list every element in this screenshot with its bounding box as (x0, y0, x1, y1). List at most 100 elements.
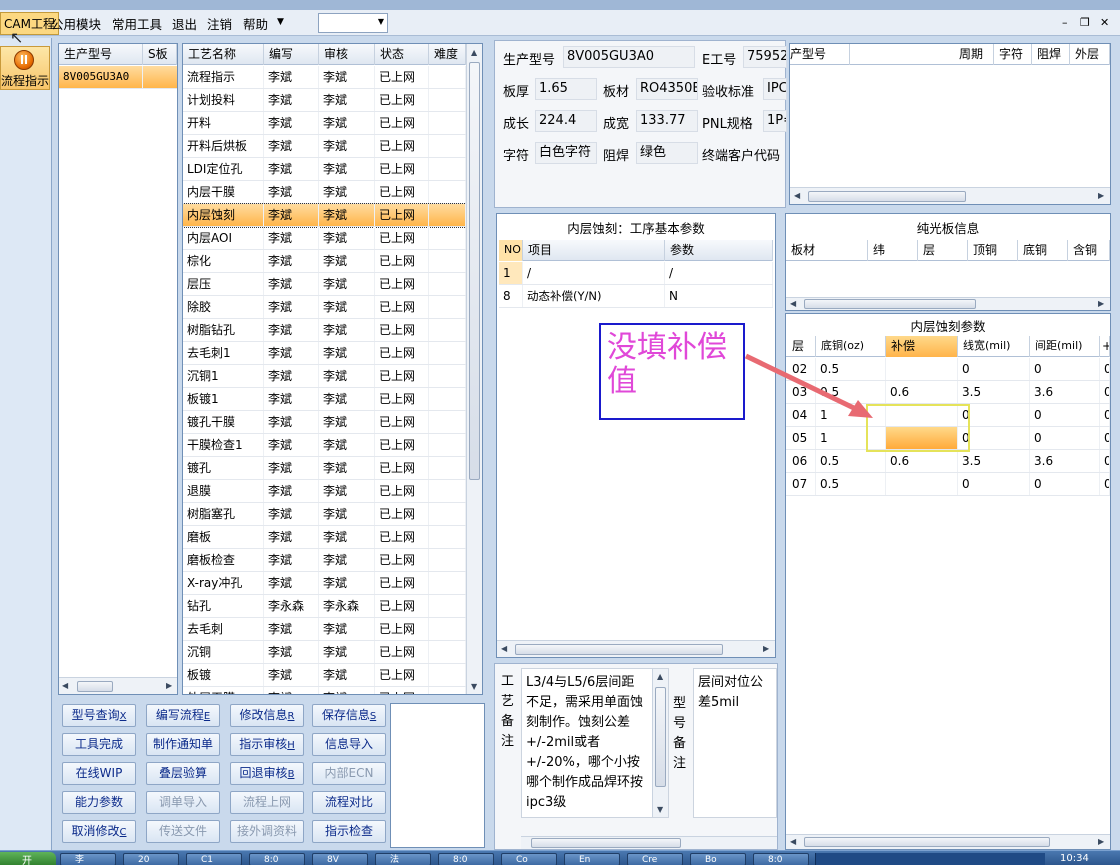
table-row[interactable]: 1 / / (499, 262, 773, 285)
taskbar-item[interactable]: 8:0 (753, 853, 809, 865)
model-field[interactable]: 8V005GU3A0 (563, 46, 695, 68)
taskbar-item[interactable]: 8:0 (249, 853, 305, 865)
scroll-thumb[interactable] (515, 644, 723, 655)
process-row[interactable]: 去毛刺 李斌 李斌 已上网 (183, 618, 466, 641)
basic-params-hscroll[interactable]: ◀ ▶ (497, 640, 775, 657)
col-char[interactable]: 字符 (994, 44, 1032, 65)
scroll-right-icon[interactable]: ▶ (1098, 191, 1104, 200)
process-row[interactable]: 开料 李斌 李斌 已上网 (183, 112, 466, 135)
process-row[interactable]: 树脂钻孔 李斌 李斌 已上网 (183, 319, 466, 342)
col-reviewer[interactable]: 审核 (319, 44, 375, 65)
process-row[interactable]: 镀孔干膜 李斌 李斌 已上网 (183, 411, 466, 434)
taskbar-item[interactable]: 8:0 (438, 853, 494, 865)
pnl-field[interactable]: 1P= (763, 110, 787, 132)
process-row[interactable]: 棕化 李斌 李斌 已上网 (183, 250, 466, 273)
menu-help[interactable]: 帮助 (243, 14, 268, 33)
col-param[interactable]: 参数 (665, 240, 773, 261)
process-row[interactable]: 镀孔 李斌 李斌 已上网 (183, 457, 466, 480)
process-row[interactable]: 外层干膜李斌李斌已上网 (183, 687, 466, 694)
scroll-thumb[interactable] (469, 62, 480, 480)
info-import-button[interactable]: 信息导入 (312, 733, 386, 756)
menu-overflow-icon[interactable]: ▼ (277, 17, 284, 27)
col-mask[interactable]: 阻焊 (1032, 44, 1070, 65)
col-item[interactable]: 项目 (523, 240, 665, 261)
eng-no-field[interactable]: 759526 (743, 46, 787, 68)
thickness-field[interactable]: 1.65 (535, 78, 597, 100)
col-no[interactable]: NO (499, 240, 523, 261)
taskbar-item[interactable]: 李 (60, 853, 116, 865)
close-icon[interactable]: ✕ (1100, 16, 1109, 29)
scroll-down-icon[interactable]: ▼ (471, 682, 477, 691)
receive-external-button[interactable]: 接外调资料 (230, 820, 304, 843)
top-dropdown[interactable]: ▼ (318, 13, 388, 33)
col-product-model[interactable]: 产型号 (790, 44, 850, 65)
model-list-hscroll[interactable]: ◀ ▶ (59, 677, 177, 694)
restore-icon[interactable]: ❐ (1080, 16, 1090, 29)
col-top-copper[interactable]: 顶铜 (968, 240, 1018, 261)
process-row[interactable]: 树脂塞孔 李斌 李斌 已上网 (183, 503, 466, 526)
col-board-material[interactable]: 板材 (786, 240, 868, 261)
model-remark-box[interactable]: 层间对位公差5mil (693, 668, 777, 818)
process-remark-vscroll[interactable]: ▲ ▼ (652, 669, 668, 817)
process-row[interactable]: 计划投料 李斌 李斌 已上网 (183, 89, 466, 112)
process-row[interactable]: 干膜检查1 李斌 李斌 已上网 (183, 434, 466, 457)
col-copper-incl[interactable]: 含铜 (1068, 240, 1110, 261)
scroll-right-icon[interactable]: ▶ (1098, 299, 1104, 308)
flow-indicator-button[interactable]: 流程指示 (0, 46, 50, 90)
process-row[interactable]: 流程指示 李斌 李斌 已上网 (183, 66, 466, 89)
remarks-hscroll[interactable] (521, 836, 777, 849)
process-row[interactable]: 板镀1 李斌 李斌 已上网 (183, 388, 466, 411)
acceptance-field[interactable]: IPC- (763, 78, 787, 100)
instruction-check-button[interactable]: 指示检查 (312, 820, 386, 843)
soldermask-field[interactable]: 绿色 (636, 142, 698, 164)
process-row[interactable]: 退膜 李斌 李斌 已上网 (183, 480, 466, 503)
model-query-button[interactable]: 型号查询X (62, 704, 136, 727)
taskbar-item[interactable]: En (564, 853, 620, 865)
compensation[interactable]: 0.6 (886, 381, 958, 403)
taskbar-item[interactable]: Co (501, 853, 557, 865)
menu-common-tools[interactable]: 常用工具 (112, 14, 162, 33)
scroll-right-icon[interactable]: ▶ (166, 681, 172, 690)
etch-row[interactable]: 070.5000 (786, 473, 1110, 496)
col-cycle[interactable]: 周期 (954, 44, 994, 65)
col-spacing[interactable]: 间距(mil) (1030, 336, 1100, 357)
scroll-up-icon[interactable]: ▲ (471, 48, 477, 57)
cancel-modify-button[interactable]: 取消修改C (62, 820, 136, 843)
col-weft[interactable]: 纬 (868, 240, 918, 261)
col-model[interactable]: 生产型号 (59, 44, 143, 65)
etch-row[interactable]: 060.50.63.53.60 (786, 450, 1110, 473)
col-layer[interactable]: 层 (918, 240, 968, 261)
col-compensation[interactable]: 补偿 (886, 336, 958, 357)
compensation[interactable] (886, 473, 958, 495)
internal-ecn-button[interactable]: 内部ECN (312, 762, 386, 785)
col-difficulty[interactable]: 难度 (429, 44, 466, 65)
scroll-left-icon[interactable]: ◀ (794, 191, 800, 200)
save-info-button[interactable]: 保存信息S (312, 704, 386, 727)
length-field[interactable]: 224.4 (535, 110, 597, 132)
process-row[interactable]: 除胶 李斌 李斌 已上网 (183, 296, 466, 319)
process-row[interactable]: 去毛刺1 李斌 李斌 已上网 (183, 342, 466, 365)
col-line-width[interactable]: 线宽(mil) (958, 336, 1030, 357)
scroll-thumb[interactable] (655, 687, 666, 787)
process-row[interactable]: X-ray冲孔 李斌 李斌 已上网 (183, 572, 466, 595)
process-list-vscroll[interactable]: ▲ ▼ (466, 44, 482, 694)
col-outer[interactable]: 外层 (1070, 44, 1110, 65)
model-row[interactable]: 8V005GU3A0 (59, 66, 177, 89)
process-row[interactable]: 沉铜1 李斌 李斌 已上网 (183, 365, 466, 388)
instruction-review-button[interactable]: 指示审核H (230, 733, 304, 756)
minimize-icon[interactable]: – (1062, 16, 1068, 29)
start-button[interactable]: 开 (0, 852, 56, 865)
col-author[interactable]: 编写 (264, 44, 319, 65)
tool-complete-button[interactable]: 工具完成 (62, 733, 136, 756)
taskbar-item[interactable]: 20 (123, 853, 179, 865)
scroll-left-icon[interactable]: ◀ (790, 299, 796, 308)
process-row[interactable]: 内层蚀刻 李斌 李斌 已上网 (183, 203, 467, 228)
process-row[interactable]: 钻孔 李永森 李永森 已上网 (183, 595, 466, 618)
menu-logout[interactable]: 注销 (207, 14, 232, 33)
scroll-thumb[interactable] (804, 299, 976, 309)
material-field[interactable]: RO4350B (636, 78, 698, 100)
etch-params-hscroll[interactable]: ◀ ▶ (786, 834, 1110, 849)
process-row[interactable]: LDI定位孔 李斌 李斌 已上网 (183, 158, 466, 181)
scroll-thumb[interactable] (808, 191, 966, 202)
scroll-thumb[interactable] (77, 681, 113, 692)
